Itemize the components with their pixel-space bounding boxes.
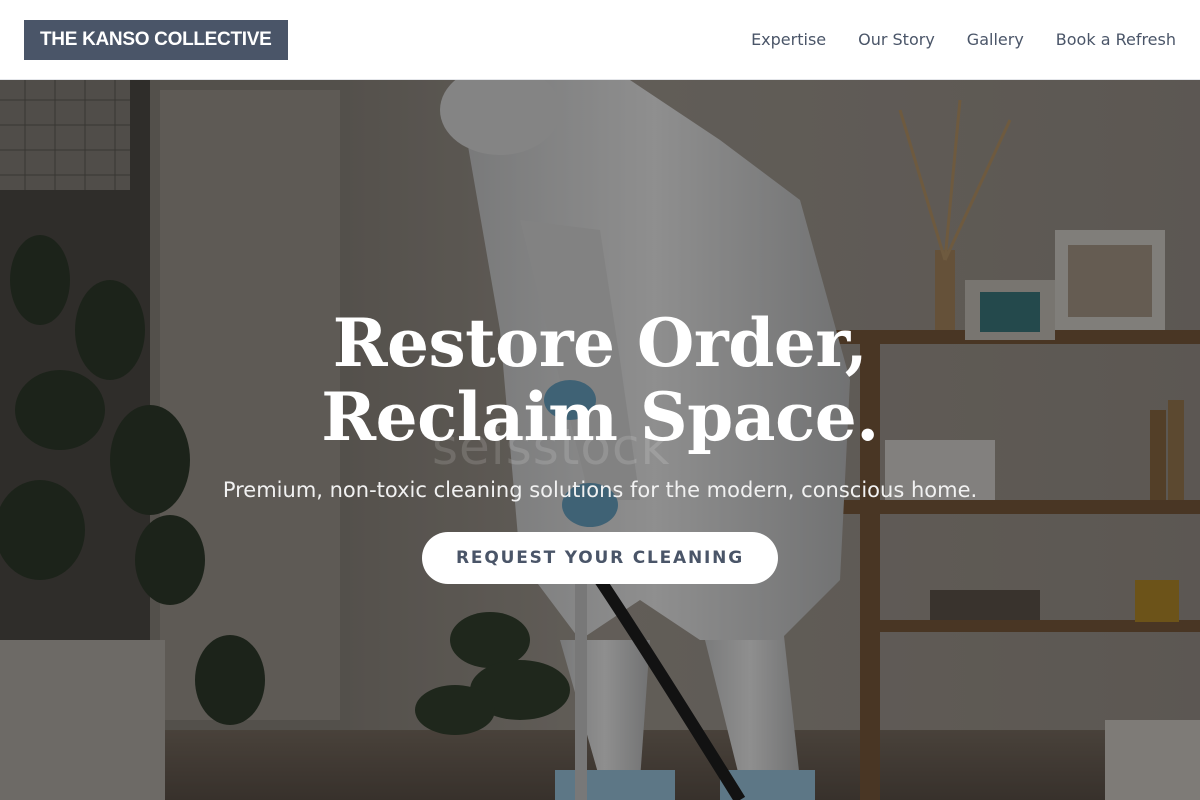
- nav-link-book-a-refresh[interactable]: Book a Refresh: [1056, 30, 1176, 49]
- request-cleaning-button[interactable]: REQUEST YOUR CLEANING: [422, 532, 778, 584]
- hero-section: seisstock Restore Order, Reclaim Space. …: [0, 80, 1200, 800]
- main-nav: Expertise Our Story Gallery Book a Refre…: [751, 30, 1176, 49]
- hero-subheadline: Premium, non-toxic cleaning solutions fo…: [222, 478, 978, 502]
- nav-link-expertise[interactable]: Expertise: [751, 30, 826, 49]
- hero-headline: Restore Order, Reclaim Space.: [321, 304, 879, 456]
- hero-content: Restore Order, Reclaim Space. Premium, n…: [0, 80, 1200, 800]
- site-header: THE KANSO COLLECTIVE Expertise Our Story…: [0, 0, 1200, 80]
- nav-link-our-story[interactable]: Our Story: [858, 30, 935, 49]
- brand-logo[interactable]: THE KANSO COLLECTIVE: [24, 19, 288, 60]
- nav-link-gallery[interactable]: Gallery: [967, 30, 1024, 49]
